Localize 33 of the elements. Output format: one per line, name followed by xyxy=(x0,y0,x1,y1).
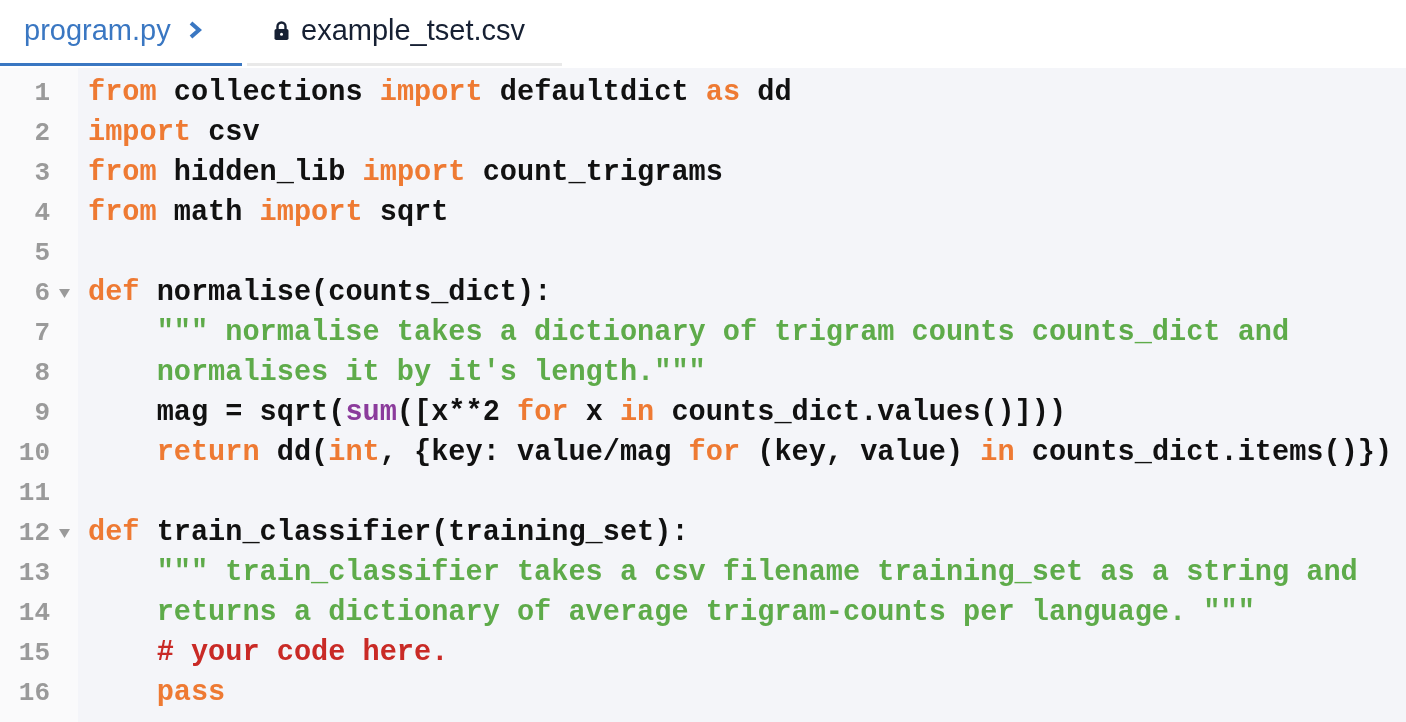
line-number: 6 xyxy=(33,278,50,308)
line-number: 14 xyxy=(17,598,50,628)
line-number: 15 xyxy=(17,638,50,668)
line-number: 9 xyxy=(33,398,50,428)
code-line: """ normalise takes a dictionary of trigram counts counts_dict and xyxy=(156,316,1290,350)
line-number: 7 xyxy=(33,318,50,348)
line-number: 4 xyxy=(33,198,50,228)
line-number: 2 xyxy=(33,118,50,148)
line-number: 5 xyxy=(33,238,50,268)
line-number: 12 xyxy=(17,518,50,548)
line-number: 3 xyxy=(33,158,50,188)
chevron-right-icon[interactable] xyxy=(187,21,202,39)
line-number: 10 xyxy=(17,438,50,468)
code-line: mag = sqrt(sum([x**2 for x in counts_dict.values()])) xyxy=(156,396,1067,430)
caret-down-icon[interactable] xyxy=(58,288,70,298)
code-line: """ train_classifier takes a csv filename training_set as a string and xyxy=(156,556,1358,590)
code-line: pass xyxy=(156,676,226,710)
code-line: from math import sqrt xyxy=(88,196,449,230)
code-line: normalises it by it's length.""" xyxy=(156,356,706,390)
caret-down-icon[interactable] xyxy=(58,528,70,538)
code-line: import csv xyxy=(88,116,260,150)
line-number: 1 xyxy=(33,78,50,108)
line-number: 13 xyxy=(17,558,50,588)
line-number: 8 xyxy=(33,358,50,388)
line-number: 11 xyxy=(17,478,50,508)
code-line: from hidden_lib import count_trigrams xyxy=(88,156,723,190)
code-line: from collections import defaultdict as dd xyxy=(88,76,792,110)
code-line: def train_classifier(training_set): xyxy=(88,516,689,550)
code-line: # your code here. xyxy=(156,636,449,670)
code-line: returns a dictionary of average trigram-counts per language. """ xyxy=(156,596,1255,630)
line-number: 16 xyxy=(17,678,50,708)
code-line: def normalise(counts_dict): xyxy=(88,276,552,310)
code-line: return dd(int, {key: value/mag for (key, value) in counts_dict.items()}) xyxy=(156,436,1393,470)
